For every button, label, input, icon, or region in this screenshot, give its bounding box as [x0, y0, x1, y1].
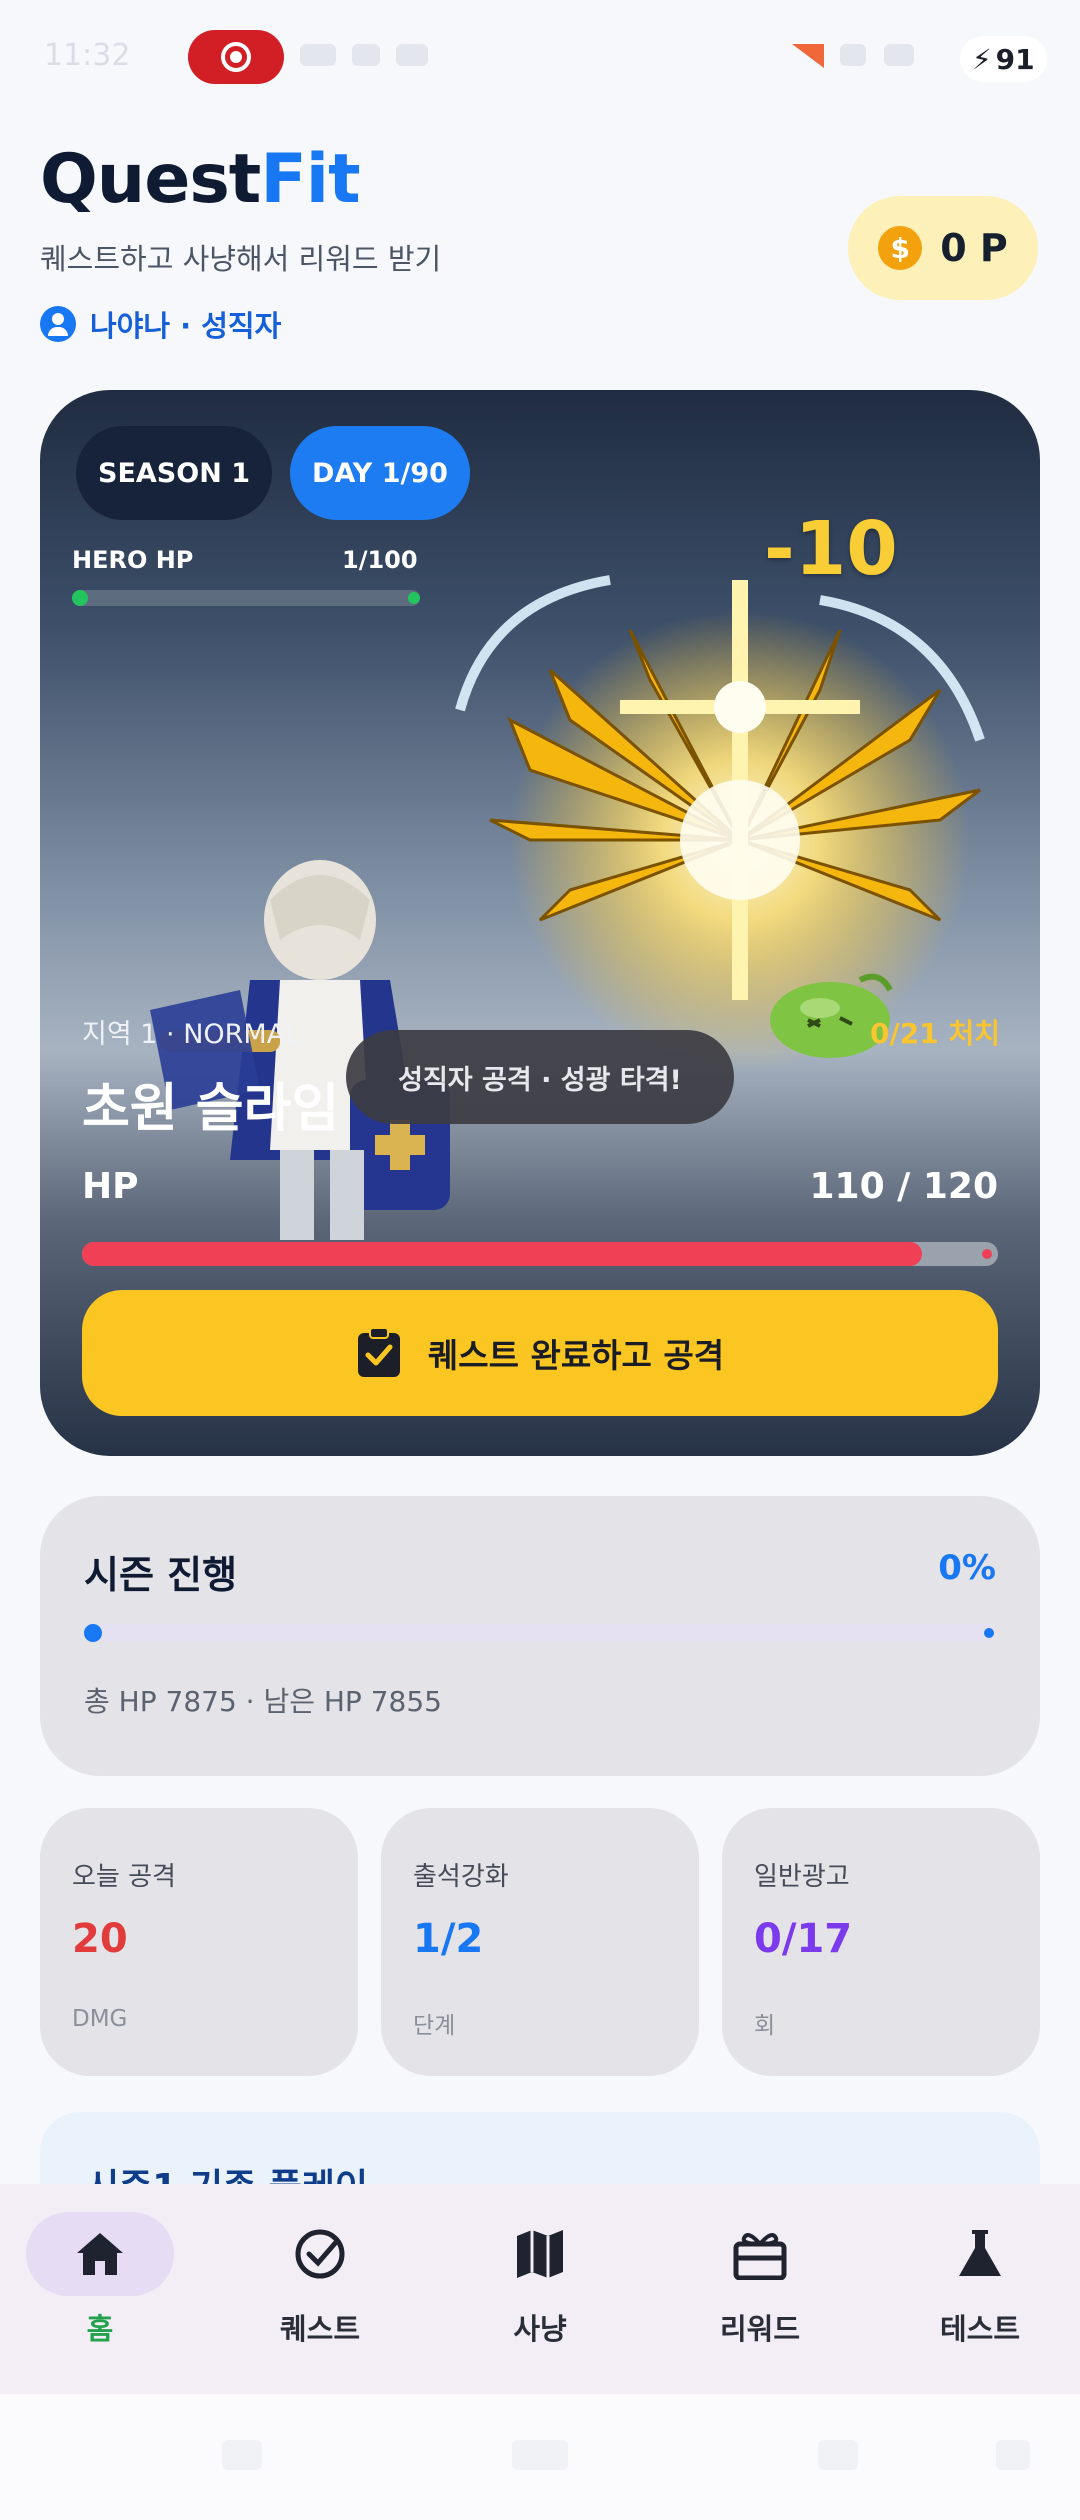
tab-reward[interactable]: 리워드 [660, 2212, 860, 2348]
check-circle-icon [295, 2229, 345, 2279]
hero-hp-value: 1/100 [342, 546, 418, 574]
monster-hp-label: HP [82, 1166, 139, 1207]
season-progress-fill [84, 1624, 102, 1642]
accessibility-icon[interactable] [996, 2440, 1030, 2470]
tab-bar: 홈 퀘스트 사냥 리워드 테스트 [0, 2184, 1080, 2394]
season-hp-summary: 총 HP 7875 · 남은 HP 7855 [84, 1685, 442, 1718]
network-icon [792, 44, 824, 68]
clipboard-check-icon [357, 1327, 400, 1377]
notification-icon [396, 44, 428, 66]
wifi-icon [840, 44, 866, 66]
tab-quest[interactable]: 퀘스트 [220, 2212, 420, 2348]
attack-toast: 성직자 공격 · 성광 타격! [346, 1030, 734, 1124]
battery-indicator: ⚡ 91 [960, 36, 1047, 82]
monster-hp-bar [82, 1242, 998, 1266]
notification-icon [352, 44, 380, 66]
season-progress-bar [84, 1624, 996, 1642]
coin-icon: $ [878, 226, 923, 270]
season-progress-title: 시즌 진행 [84, 1553, 238, 1597]
monster-name: 초원 슬라임 [82, 1079, 340, 1139]
damage-number: -10 [764, 506, 898, 592]
season-badge: SEASON 1 [76, 426, 272, 520]
user-icon [40, 306, 76, 342]
charging-icon: ⚡ [972, 42, 992, 76]
battle-card: SEASON 1 DAY 1/90 HERO HP 1/100 -10 지역 1… [40, 390, 1040, 1456]
hero-hp-label: HERO HP [72, 546, 194, 574]
status-bar: 11:32 ⚡ 91 [0, 0, 1080, 110]
monster-hp-fill [82, 1242, 922, 1266]
home-nav-button[interactable] [512, 2440, 568, 2470]
complete-quest-attack-button[interactable]: 퀘스트 완료하고 공격 [82, 1290, 998, 1416]
stat-card-attendance: 출석강화 1/2 단계 [381, 1808, 699, 2076]
map-icon [517, 2230, 563, 2278]
notification-icon [300, 44, 336, 66]
monster-hp-value: 110 / 120 [809, 1166, 998, 1207]
attack-button-label: 퀘스트 완료하고 공격 [427, 1336, 725, 1375]
app-subtitle: 퀘스트하고 사냥해서 리워드 받기 [40, 242, 442, 276]
screen-record-icon[interactable] [188, 30, 284, 84]
season-progress-percent: 0% [938, 1548, 996, 1588]
stat-value: 20 [72, 1916, 128, 1962]
gift-icon [733, 2233, 787, 2280]
stat-card-today-attack: 오늘 공격 20 DMG [40, 1808, 358, 2076]
day-badge: DAY 1/90 [290, 426, 470, 520]
system-nav-bar [0, 2394, 1080, 2520]
flask-icon [959, 2230, 1001, 2276]
stat-card-ads: 일반광고 0/17 회 [722, 1808, 1040, 2076]
user-name: 나야나 · 성직자 [90, 309, 282, 343]
status-time: 11:32 [44, 38, 131, 73]
tab-home[interactable]: 홈 [0, 2212, 200, 2348]
stat-value: 0/17 [754, 1916, 853, 1962]
points-badge[interactable]: $ 0 P [848, 196, 1038, 300]
season-progress-card: 시즌 진행 0% 총 HP 7875 · 남은 HP 7855 [40, 1496, 1040, 1776]
recent-apps-button[interactable] [222, 2440, 262, 2470]
hero-hp-bar [72, 590, 420, 606]
hero-hp-fill [72, 590, 88, 606]
stat-value: 1/2 [413, 1916, 484, 1962]
back-button[interactable] [818, 2440, 858, 2470]
user-profile-link[interactable]: 나야나 · 성직자 [40, 303, 281, 345]
kill-count: 0/21 처치 [870, 1017, 1000, 1050]
home-icon [77, 2233, 123, 2275]
tab-test[interactable]: 테스트 [880, 2212, 1080, 2348]
region-label: 지역 1 · NORMAL [82, 1019, 301, 1050]
app-title: QuestFit [40, 140, 361, 219]
tab-hunt[interactable]: 사냥 [440, 2212, 640, 2348]
points-value: 0 P [940, 226, 1008, 270]
signal-icon [884, 44, 914, 66]
